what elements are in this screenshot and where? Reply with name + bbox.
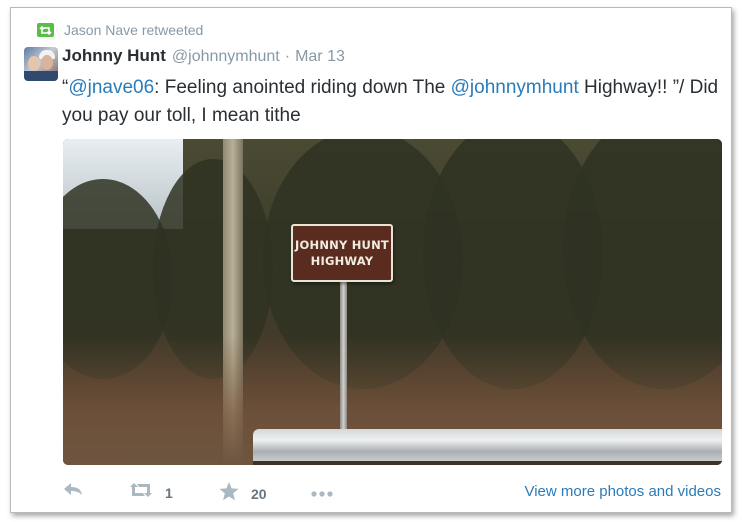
sign-line-1: JOHNNY HUNT [295, 238, 389, 252]
retweet-context: Jason Nave retweeted [37, 21, 203, 39]
favorite-button[interactable]: 20 [219, 482, 267, 506]
mention-link[interactable]: @jnave06 [68, 77, 154, 98]
author-handle[interactable]: @johnnymhunt [172, 48, 280, 66]
favorite-count: 20 [251, 486, 267, 502]
retweet-button[interactable]: 1 [129, 482, 173, 503]
author-name[interactable]: Johnny Hunt [62, 46, 166, 66]
view-more-photos-link[interactable]: View more photos and videos [524, 483, 721, 500]
sign-post [340, 282, 347, 432]
guardrail [253, 429, 722, 461]
sign-line-2: HIGHWAY [310, 254, 374, 268]
mention-link[interactable]: @johnnymhunt [451, 77, 579, 98]
star-icon [219, 482, 239, 506]
more-button[interactable] [311, 484, 333, 502]
tweet-date[interactable]: Mar 13 [295, 48, 345, 66]
retweet-icon [129, 482, 153, 503]
tweet-card: Jason Nave retweeted Johnny Hunt @johnny… [10, 7, 732, 513]
avatar[interactable] [24, 47, 58, 81]
tweet-actions: 1 20 View more photos and videos [11, 478, 733, 508]
retweet-context-text[interactable]: Jason Nave retweeted [64, 22, 203, 38]
header-separator: · [284, 48, 291, 65]
tweet-text-part: : Feeling anointed riding down The [154, 77, 451, 98]
tweet-text: “@jnave06: Feeling anointed riding down … [62, 74, 722, 130]
tweet-header: Johnny Hunt @johnnymhunt · Mar 13 [62, 46, 345, 68]
reply-button[interactable] [63, 482, 83, 501]
more-icon [311, 484, 333, 502]
road-sign: JOHNNY HUNT HIGHWAY [291, 224, 393, 282]
reply-icon [63, 482, 83, 501]
retweet-icon [37, 23, 54, 37]
retweet-count: 1 [165, 484, 173, 501]
tweet-photo[interactable]: JOHNNY HUNT HIGHWAY [63, 139, 722, 465]
